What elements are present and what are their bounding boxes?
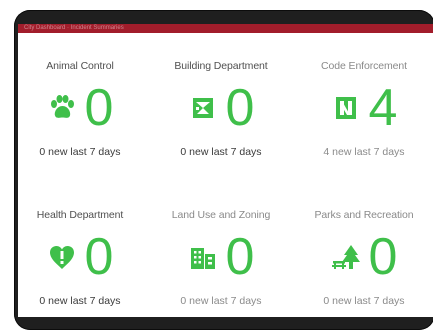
tile-main: 0 xyxy=(295,229,433,285)
tile-animal-control[interactable]: Animal Control 0 0 new last 7 days xyxy=(18,60,149,190)
paw-icon xyxy=(47,93,77,123)
tile-main: 0 xyxy=(152,229,290,285)
tile-count: 0 xyxy=(225,228,255,286)
code-enforcement-icon xyxy=(331,93,361,123)
app-header-bar: City Dashboard · Incident Summaries xyxy=(18,24,433,33)
tile-parks-recreation[interactable]: Parks and Recreation 0 0 new last 7 days xyxy=(295,209,433,317)
tile-subtitle: 0 new last 7 days xyxy=(39,146,121,158)
tile-count: 0 xyxy=(368,228,398,286)
building-permit-icon xyxy=(188,93,218,123)
tile-title: Parks and Recreation xyxy=(314,209,414,221)
tile-count: 0 xyxy=(225,79,255,137)
tile-title: Animal Control xyxy=(46,60,114,72)
tile-main: 0 xyxy=(18,80,149,136)
tile-land-use-zoning[interactable]: Land Use and Zoning 0 0 new last 7 days xyxy=(152,209,290,317)
tile-count: 0 xyxy=(84,228,114,286)
tile-main: 4 xyxy=(295,80,433,136)
tile-main: 0 xyxy=(18,229,149,285)
tile-count: 4 xyxy=(368,79,398,137)
tile-title: Land Use and Zoning xyxy=(171,209,271,221)
app-header-title: City Dashboard · Incident Summaries xyxy=(24,25,124,31)
tile-subtitle: 0 new last 7 days xyxy=(180,295,262,307)
tile-building-department[interactable]: Building Department 0 0 new last 7 days xyxy=(152,60,290,190)
tile-subtitle: 0 new last 7 days xyxy=(323,295,405,307)
tile-title: Building Department xyxy=(174,60,268,72)
tile-main: 0 xyxy=(152,80,290,136)
tile-code-enforcement[interactable]: Code Enforcement 4 4 new last 7 days xyxy=(295,60,433,190)
tile-subtitle: 4 new last 7 days xyxy=(323,146,405,158)
heart-alert-icon xyxy=(47,242,77,272)
dashboard-screen: City Dashboard · Incident Summaries Anim… xyxy=(18,24,433,317)
tile-health-department[interactable]: Health Department 0 0 new last 7 days xyxy=(18,209,149,317)
city-buildings-icon xyxy=(188,242,218,272)
tile-subtitle: 0 new last 7 days xyxy=(39,295,121,307)
tile-count: 0 xyxy=(84,79,114,137)
park-tree-bench-icon xyxy=(331,242,361,272)
tile-title: Code Enforcement xyxy=(321,60,407,72)
tile-title: Health Department xyxy=(36,209,124,221)
tile-subtitle: 0 new last 7 days xyxy=(180,146,262,158)
